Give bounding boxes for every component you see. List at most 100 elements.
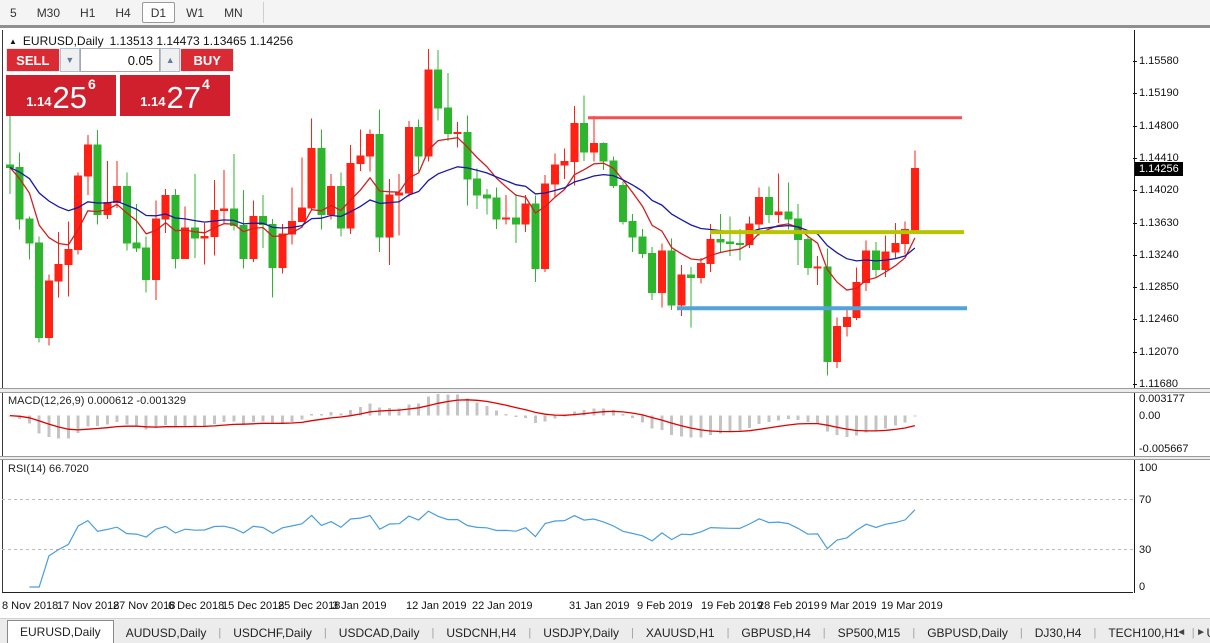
chart-tab-USDCNH-H4[interactable]: USDCNH,H4: [434, 622, 528, 643]
candle-body: [464, 133, 471, 179]
macd-histogram-bar: [904, 416, 907, 423]
timeframe-button-D1[interactable]: D1: [142, 2, 175, 23]
date-tick-label: 15 Dec 2018: [222, 600, 284, 612]
price-tick-label: 1.12460: [1139, 313, 1179, 325]
macd-histogram-bar: [884, 416, 887, 429]
candle-body: [619, 186, 626, 222]
chart-tab-SP500-M15[interactable]: SP500,M15: [826, 622, 913, 643]
current-price-badge: 1.14256: [1135, 162, 1183, 176]
chart-tab-bar: EURUSD,DailyAUDUSD,Daily|USDCHF,Daily|US…: [0, 618, 1210, 643]
price-tick-mark: [1133, 61, 1137, 62]
price-tick-label: 1.13240: [1139, 249, 1179, 261]
volume-up-button[interactable]: ▲: [160, 48, 180, 72]
date-tick-label: 31 Jan 2019: [569, 600, 630, 612]
macd-histogram-bar: [583, 410, 586, 416]
candle-body: [561, 162, 568, 165]
macd-histogram-bar: [855, 416, 858, 436]
macd-histogram-bar: [660, 416, 663, 430]
candle-body: [26, 219, 33, 243]
macd-histogram-bar: [777, 416, 780, 421]
macd-histogram-bar: [729, 416, 732, 432]
candle-body: [863, 251, 870, 282]
macd-histogram-bar: [261, 416, 264, 422]
candle-body: [396, 193, 403, 195]
sell-price-big: 25: [53, 83, 87, 113]
chart-tab-EURUSD-Daily[interactable]: EURUSD,Daily: [7, 620, 114, 643]
date-tick-label: 27 Nov 2018: [113, 600, 175, 612]
candle-body: [7, 165, 14, 167]
chart-tab-XAUUSD-H1[interactable]: XAUUSD,H1: [634, 622, 727, 643]
macd-histogram-bar: [456, 395, 459, 416]
macd-histogram-bar: [826, 416, 829, 432]
date-tick-label: 8 Nov 2018: [2, 600, 58, 612]
volume-down-button[interactable]: ▼: [60, 48, 80, 72]
macd-histogram-bar: [281, 416, 284, 424]
sell-button[interactable]: SELL: [6, 48, 60, 72]
macd-histogram-bar: [690, 416, 693, 438]
candle-body: [94, 145, 101, 215]
macd-histogram-bar: [242, 416, 245, 424]
chart-tab-GBPUSD-Daily[interactable]: GBPUSD,Daily: [915, 622, 1020, 643]
date-tick-label: 19 Mar 2019: [881, 600, 943, 612]
candle-body: [444, 108, 451, 134]
chart-tab-USDCAD-Daily[interactable]: USDCAD,Daily: [327, 622, 432, 643]
chart-tab-USDJPY-Daily[interactable]: USDJPY,Daily: [531, 622, 631, 643]
candle-body: [55, 264, 62, 281]
macd-rsi-splitter[interactable]: [0, 456, 1210, 460]
buy-button[interactable]: BUY: [180, 48, 234, 72]
macd-histogram-bar: [621, 414, 624, 416]
candle-body: [172, 196, 179, 259]
macd-histogram-bar: [300, 416, 303, 420]
candle-body: [367, 134, 374, 156]
chart-tab-GBPUSD-H4[interactable]: GBPUSD,H4: [729, 622, 822, 643]
candle-body: [503, 218, 510, 219]
price-tick-label: 1.12850: [1139, 281, 1179, 293]
candle-body: [133, 243, 140, 248]
price-tick-mark: [1133, 93, 1137, 94]
timeframe-button-M30[interactable]: M30: [28, 2, 69, 23]
macd-histogram-bar: [125, 416, 128, 425]
candle-body: [551, 165, 558, 184]
candle-body: [542, 184, 549, 268]
timeframe-button-H1[interactable]: H1: [71, 2, 104, 23]
tab-scroll-right-icon[interactable]: ►: [1196, 627, 1206, 638]
price-tick-mark: [1133, 190, 1137, 191]
timeframe-button-W1[interactable]: W1: [177, 2, 213, 23]
price-tick-mark: [1133, 287, 1137, 288]
candle-body: [191, 228, 198, 238]
date-tick-label: 17 Nov 2018: [57, 600, 119, 612]
candle-body: [474, 179, 481, 195]
candle-body: [911, 169, 918, 231]
candle-body: [688, 275, 695, 277]
macd-histogram-bar: [174, 416, 177, 427]
macd-histogram-bar: [407, 404, 410, 415]
candle-body: [298, 208, 305, 221]
collapse-panel-icon[interactable]: ▲: [9, 37, 17, 46]
candle-body: [483, 195, 490, 198]
chart-window: ▲ EURUSD,Daily 1.13513 1.14473 1.13465 1…: [0, 25, 1210, 621]
candle-body: [454, 133, 461, 134]
date-tick-label: 6 Dec 2018: [168, 600, 224, 612]
buy-price-box[interactable]: 1.14 27 4: [120, 75, 230, 116]
sell-price-box[interactable]: 1.14 25 6: [6, 75, 116, 116]
date-tick-label: 12 Jan 2019: [406, 600, 467, 612]
macd-histogram-bar: [553, 416, 556, 419]
tab-scroll-left-icon[interactable]: ◄: [1176, 627, 1186, 638]
chart-tab-DJ30-H4[interactable]: DJ30,H4: [1023, 622, 1094, 643]
candle-body: [211, 211, 218, 237]
chart-tab-USDCHF-Daily[interactable]: USDCHF,Daily: [221, 622, 324, 643]
macd-histogram-bar: [67, 416, 70, 439]
macd-histogram-bar: [38, 416, 41, 434]
candle-body: [84, 145, 91, 176]
rsi-tick-label: 30: [1139, 544, 1151, 556]
main-macd-splitter[interactable]: [0, 388, 1210, 393]
chart-tab-AUDUSD-Daily[interactable]: AUDUSD,Daily: [114, 622, 219, 643]
timeframe-button-5[interactable]: 5: [1, 2, 26, 23]
timeframe-button-H4[interactable]: H4: [106, 2, 139, 23]
trading-terminal: 5M30H1H4D1W1MN ▲ EURUSD,Daily 1.13513 1.…: [0, 0, 1210, 643]
candle-body: [65, 250, 72, 265]
volume-input[interactable]: [80, 48, 160, 72]
candle-body: [328, 187, 335, 215]
candle-body: [36, 243, 43, 337]
timeframe-button-MN[interactable]: MN: [215, 2, 252, 23]
